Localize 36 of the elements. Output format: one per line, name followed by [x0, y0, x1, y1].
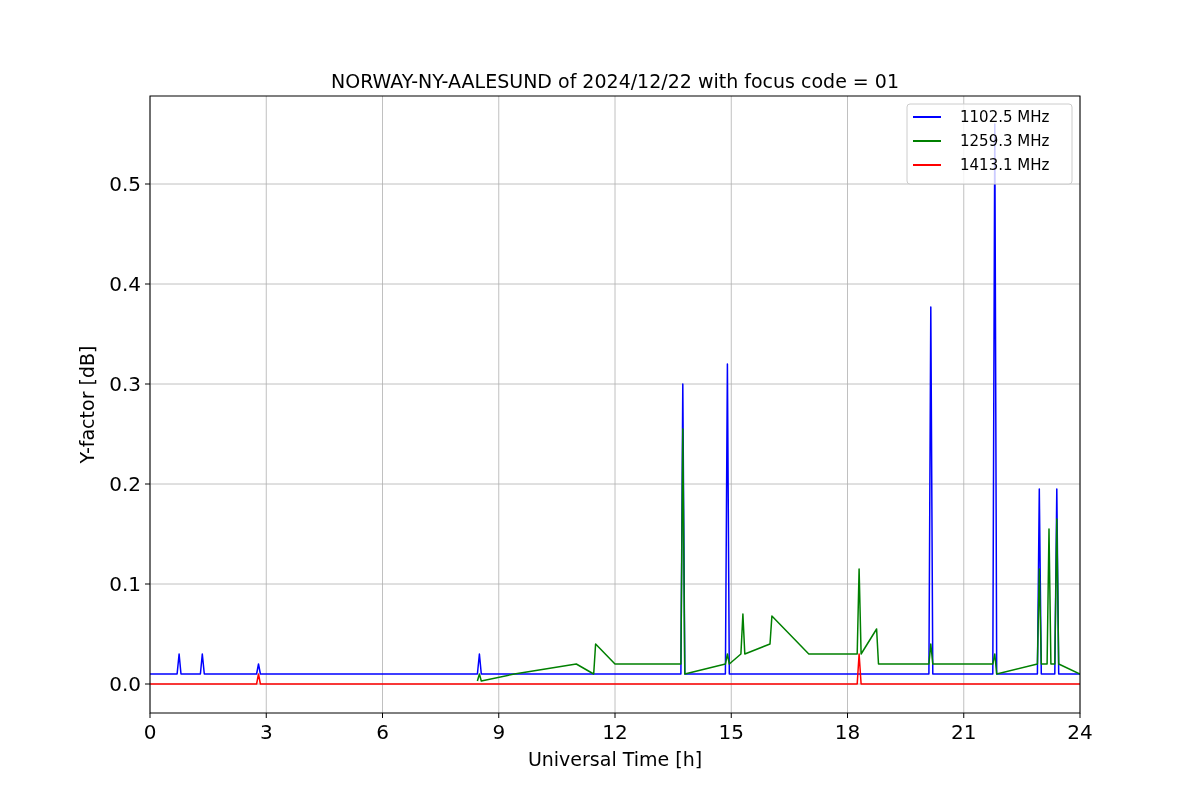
tick-mark [144, 183, 151, 185]
x-tick-label: 15 [718, 720, 744, 744]
x-tick-label: 18 [834, 720, 861, 744]
x-tick-label: 3 [259, 720, 273, 744]
tick-mark [144, 683, 151, 685]
tick-mark [730, 712, 732, 719]
tick-mark [144, 483, 151, 485]
y-tick-label: 0.0 [109, 672, 141, 696]
y-tick-label: 0.2 [109, 472, 141, 496]
y-tick-label: 0.3 [109, 372, 141, 396]
tick-mark [382, 712, 383, 719]
tick-mark [144, 283, 151, 285]
x-tick-label: 0 [143, 720, 157, 744]
x-tick-label: 9 [492, 720, 506, 744]
legend-label: 1102.5 MHz [960, 108, 1050, 126]
tick-mark [963, 712, 965, 719]
chart-title: NORWAY-NY-AALESUND of 2024/12/22 with focus code = 01 [331, 70, 899, 92]
x-tick-label: 12 [602, 720, 628, 744]
y-tick-label: 0.1 [109, 572, 141, 596]
tick-mark [265, 712, 267, 719]
legend-label: 1413.1 MHz [960, 156, 1050, 174]
x-tick-label: 24 [1067, 720, 1093, 744]
y-tick-label: 0.4 [109, 272, 141, 296]
tick-mark [1079, 712, 1081, 719]
x-axis-label: Universal Time [h] [527, 748, 703, 770]
tick-mark [614, 712, 616, 719]
tick-mark [149, 712, 151, 719]
tick-mark [847, 712, 848, 719]
x-tick-label: 21 [951, 720, 977, 744]
legend-label: 1259.3 MHz [960, 132, 1050, 150]
y-tick-label: 0.5 [109, 172, 141, 196]
x-tick-label: 6 [376, 720, 389, 744]
tick-mark [144, 383, 151, 385]
y-axis-label: Y-factor [dB] [76, 345, 98, 464]
tick-mark [498, 712, 500, 719]
tick-mark [144, 583, 151, 585]
